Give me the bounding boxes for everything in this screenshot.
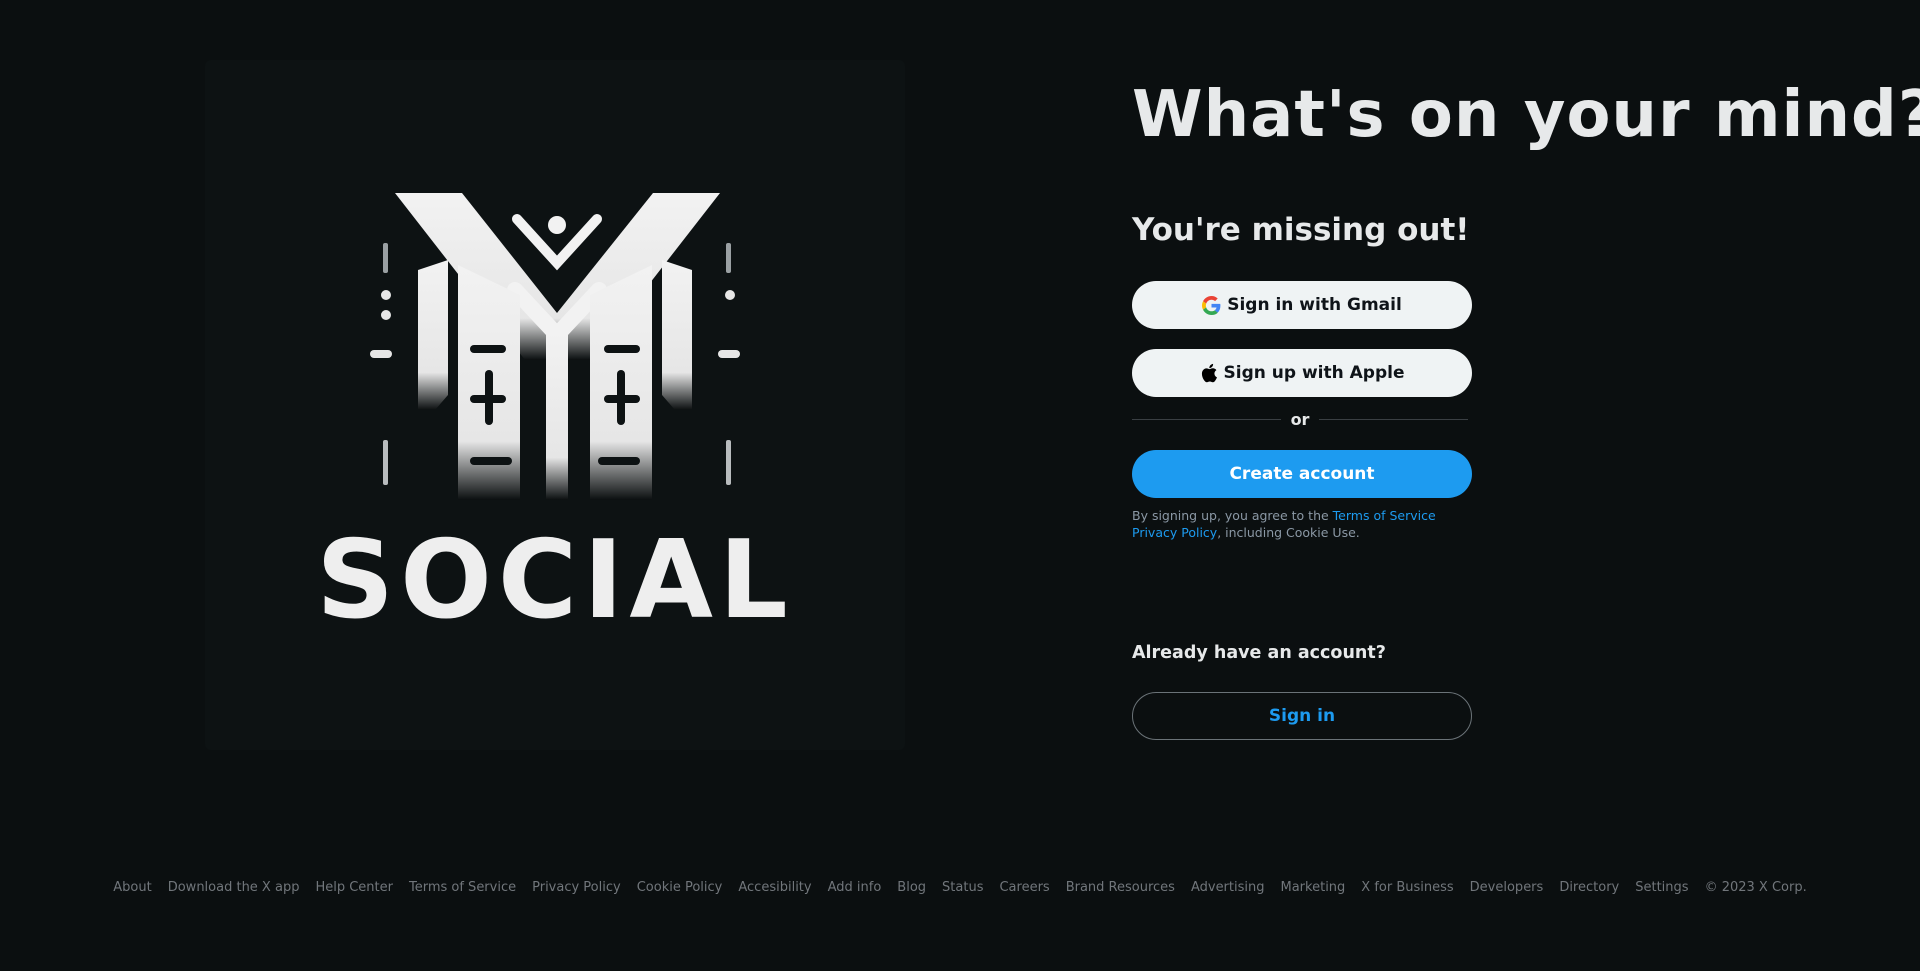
footer-link[interactable]: Download the X app	[168, 880, 300, 895]
login-page: SOCIAL What's on your mind? You're missi…	[0, 0, 1920, 971]
divider-line-right	[1319, 418, 1469, 420]
terms-suffix: , including Cookie Use.	[1217, 525, 1360, 540]
footer-link[interactable]: Status	[942, 880, 983, 895]
page-headline: What's on your mind?	[1132, 78, 1920, 152]
footer-link[interactable]: About	[113, 880, 151, 895]
terms-notice: By signing up, you agree to the Terms of…	[1132, 507, 1477, 541]
footer-link[interactable]: Careers	[999, 880, 1049, 895]
footer-link[interactable]: Terms of Service	[409, 880, 516, 895]
sign-in-with-gmail-button[interactable]: Sign in with Gmail	[1132, 281, 1472, 329]
footer-link[interactable]: X for Business	[1361, 880, 1453, 895]
footer-link[interactable]: Directory	[1559, 880, 1619, 895]
footer-link[interactable]: Blog	[897, 880, 926, 895]
footer-link[interactable]: Settings	[1635, 880, 1688, 895]
logo-figure-head	[548, 216, 566, 234]
footer-link[interactable]: Privacy Policy	[532, 880, 621, 895]
signup-subhead: You're missing out!	[1132, 212, 1470, 248]
footer-link[interactable]: Accesibility	[738, 880, 811, 895]
footer-link[interactable]: Brand Resources	[1066, 880, 1175, 895]
footer-link[interactable]: Cookie Policy	[637, 880, 723, 895]
social-logo: SOCIAL	[320, 193, 790, 625]
footer-copyright: © 2023 X Corp.	[1704, 880, 1807, 895]
sign-up-with-apple-button[interactable]: Sign up with Apple	[1132, 349, 1472, 397]
footer-link[interactable]: Developers	[1470, 880, 1544, 895]
footer-link[interactable]: Add info	[828, 880, 882, 895]
sign-in-button[interactable]: Sign in	[1132, 692, 1472, 740]
divider-label: or	[1290, 409, 1310, 429]
divider-line-left	[1132, 418, 1281, 420]
footer-link[interactable]: Advertising	[1191, 880, 1265, 895]
footer-link[interactable]: Help Center	[315, 880, 393, 895]
apple-button-label: Sign up with Apple	[1223, 363, 1405, 383]
logo-y-stem	[546, 330, 568, 500]
terms-prefix: By signing up, you agree to the	[1132, 508, 1333, 523]
or-divider: or	[1132, 408, 1469, 430]
footer-link[interactable]: Marketing	[1281, 880, 1346, 895]
create-account-button[interactable]: Create account	[1132, 450, 1472, 498]
logo-text: SOCIAL	[320, 518, 790, 625]
google-icon	[1202, 295, 1221, 315]
apple-icon	[1201, 363, 1217, 383]
gmail-button-label: Sign in with Gmail	[1227, 295, 1402, 315]
footer-nav: About Download the X app Help Center Terms …	[0, 880, 1920, 895]
already-have-account-label: Already have an account?	[1132, 643, 1386, 663]
